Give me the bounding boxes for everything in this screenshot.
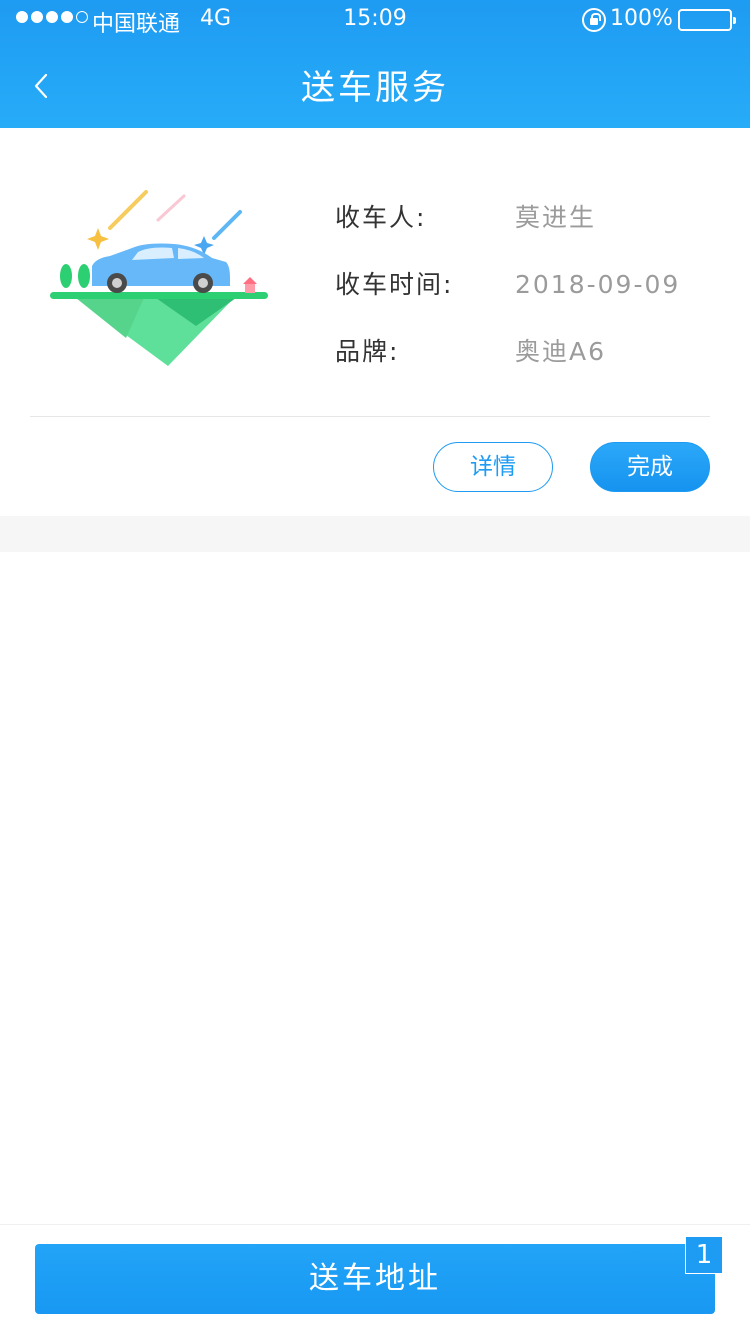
detail-button[interactable]: 详情 — [433, 442, 553, 492]
section-separator — [0, 516, 750, 552]
receive-time-value: 2018-09-09 — [515, 270, 681, 299]
brand-value: 奥迪A6 — [515, 337, 607, 366]
rotation-lock-icon — [582, 8, 606, 32]
page-title: 送车服务 — [301, 68, 449, 108]
receive-time-label: 收车时间: — [335, 270, 454, 299]
status-bar: 中国联通 4G 15:09 100% — [0, 0, 750, 40]
car-illustration — [50, 190, 268, 366]
card-divider — [30, 416, 710, 417]
receiver-label: 收车人: — [335, 203, 427, 232]
receive-time-row: 收车时间: 2018-09-09 — [335, 265, 680, 301]
app-header: 中国联通 4G 15:09 100% 送车服务 — [0, 0, 750, 128]
receiver-value: 莫进生 — [515, 203, 597, 232]
done-button[interactable]: 完成 — [590, 442, 710, 492]
battery-percent: 100% — [610, 6, 673, 31]
delivery-address-button[interactable]: 送车地址 — [35, 1244, 715, 1314]
brand-row: 品牌: 奥迪A6 — [335, 332, 606, 368]
brand-label: 品牌: — [335, 337, 400, 366]
count-badge: 1 — [685, 1236, 723, 1274]
receiver-row: 收车人: 莫进生 — [335, 198, 596, 234]
battery-icon — [678, 9, 736, 31]
